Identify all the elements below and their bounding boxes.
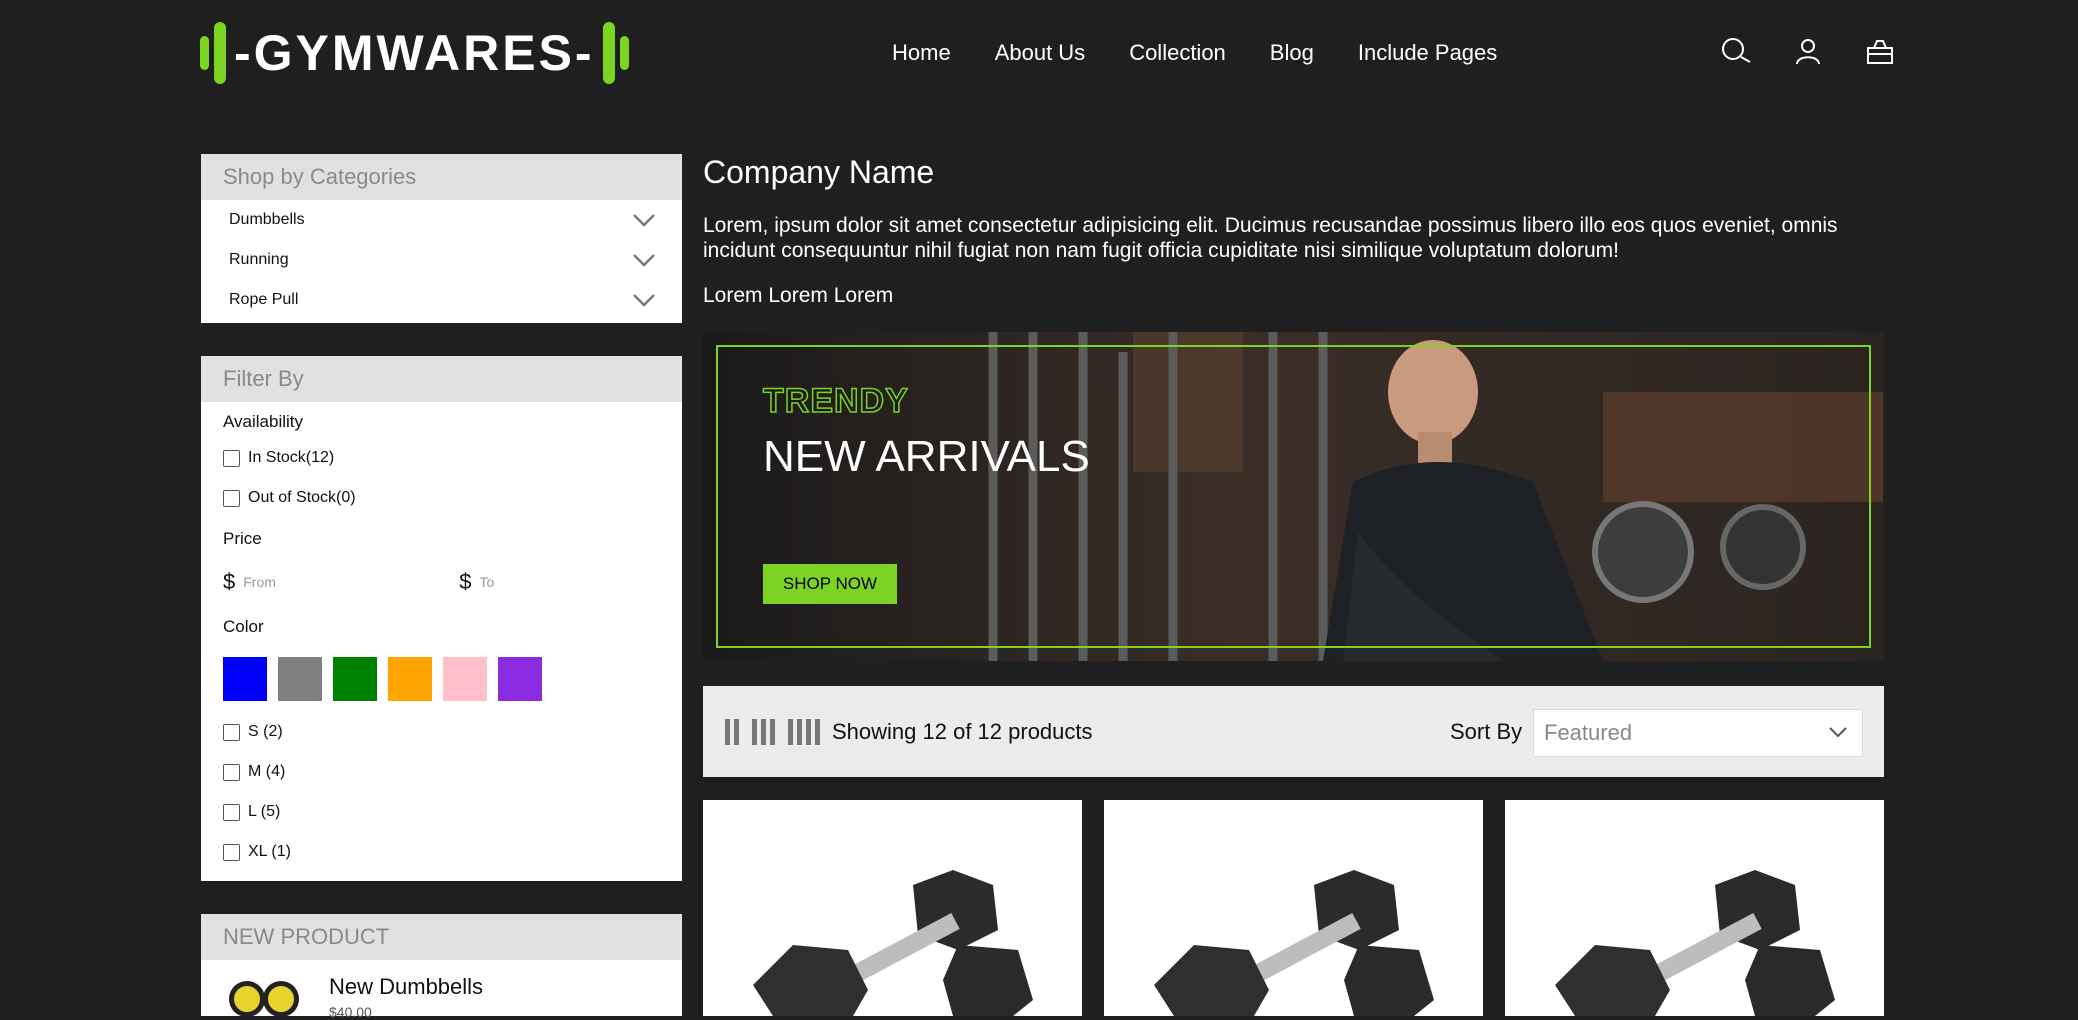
filter-title: Filter By: [201, 356, 682, 402]
checkbox[interactable]: [223, 843, 240, 861]
shop-now-button[interactable]: SHOP NOW: [763, 564, 897, 604]
filter-size-s[interactable]: S (2): [201, 712, 682, 752]
promo-banner: TRENDY NEW ARRIVALS SHOP NOW: [703, 332, 1884, 661]
main-nav: Home About Us Collection Blog Include Pa…: [892, 40, 1497, 66]
filter-out-of-stock[interactable]: Out of Stock(0): [201, 478, 682, 518]
category-item-rope-pull[interactable]: Rope Pull: [201, 280, 682, 320]
chevron-down-icon[interactable]: [632, 253, 656, 267]
grid-view-toggles: [725, 718, 820, 745]
grid-4-icon[interactable]: [788, 718, 820, 745]
filter-panel: Filter By Availability In Stock(12) Out …: [201, 356, 682, 881]
categories-title: Shop by Categories: [201, 154, 682, 200]
color-swatch-pink[interactable]: [443, 657, 487, 701]
grid-2-icon[interactable]: [725, 718, 739, 745]
banner-kicker: TRENDY: [762, 381, 909, 421]
new-product-price: $40.00: [329, 1004, 372, 1020]
nav-include-pages[interactable]: Include Pages: [1358, 40, 1497, 66]
product-card[interactable]: [1104, 800, 1483, 1016]
sort-select[interactable]: Featured: [1533, 709, 1863, 757]
price-to-input[interactable]: To: [480, 574, 600, 590]
main-content: Company Name Lorem, ipsum dolor sit amet…: [703, 150, 1884, 308]
filter-size-m[interactable]: M (4): [201, 752, 682, 792]
nav-collection[interactable]: Collection: [1129, 40, 1226, 66]
grid-3-icon[interactable]: [752, 718, 775, 745]
checkbox-label: L (5): [248, 803, 281, 820]
checkbox[interactable]: [223, 723, 240, 741]
banner-title: NEW ARRIVALS: [763, 432, 1090, 481]
price-from-input[interactable]: From: [243, 574, 443, 590]
sort-label: Sort By: [1450, 718, 1523, 744]
checkbox-label: S (2): [248, 723, 283, 740]
new-product-name[interactable]: New Dumbbells: [329, 974, 483, 1000]
color-swatches: [201, 646, 682, 712]
dumbbell-image[interactable]: [703, 800, 1082, 1016]
checkbox-label: XL (1): [248, 843, 291, 860]
currency-symbol: $: [223, 569, 236, 594]
category-item-running[interactable]: Running: [201, 240, 682, 280]
filter-size-xl[interactable]: XL (1): [201, 832, 682, 872]
filter-in-stock[interactable]: In Stock(12): [201, 438, 682, 478]
dumbbell-image[interactable]: [1104, 800, 1483, 1016]
dumbbell-left-icon: [200, 22, 226, 84]
brand-name: -GYMWARES-: [234, 25, 595, 81]
price-range: $ From $ To: [201, 558, 682, 606]
cart-icon[interactable]: [1864, 36, 1896, 68]
new-product-item[interactable]: New Dumbbells $40.00: [201, 960, 682, 1020]
color-swatch-purple[interactable]: [498, 657, 542, 701]
color-swatch-orange[interactable]: [388, 657, 432, 701]
header-icons: [1720, 36, 1896, 68]
availability-label: Availability: [223, 412, 304, 431]
category-label: Running: [229, 251, 289, 268]
dumbbell-image[interactable]: [1505, 800, 1884, 1016]
chevron-down-icon[interactable]: [632, 213, 656, 227]
company-tagline: Lorem Lorem Lorem: [703, 284, 894, 307]
currency-symbol: $: [459, 569, 472, 594]
company-description: Lorem, ipsum dolor sit amet consectetur …: [703, 214, 1838, 262]
color-swatch-gray[interactable]: [278, 657, 322, 701]
price-label: Price: [223, 529, 262, 548]
filter-size-l[interactable]: L (5): [201, 792, 682, 832]
checkbox[interactable]: [223, 489, 240, 507]
nav-blog[interactable]: Blog: [1270, 40, 1314, 66]
product-thumbnail[interactable]: [229, 977, 309, 1017]
color-label: Color: [223, 617, 264, 636]
category-item-dumbbells[interactable]: Dumbbells: [201, 200, 682, 240]
checkbox[interactable]: [223, 449, 240, 467]
category-label: Rope Pull: [229, 291, 299, 308]
chevron-down-icon[interactable]: [632, 293, 656, 307]
sort-value: Featured: [1544, 720, 1633, 745]
nav-about-us[interactable]: About Us: [995, 40, 1086, 66]
user-icon[interactable]: [1792, 36, 1824, 68]
search-icon[interactable]: [1720, 36, 1752, 68]
checkbox-label: In Stock(12): [248, 449, 335, 466]
product-card[interactable]: [703, 800, 1082, 1016]
nav-home[interactable]: Home: [892, 40, 951, 66]
categories-panel: Shop by Categories Dumbbells Running Rop…: [201, 154, 682, 323]
product-toolbar: Showing 12 of 12 products Sort By Featur…: [703, 686, 1884, 777]
brand-logo[interactable]: -GYMWARES-: [200, 18, 629, 88]
checkbox-label: Out of Stock(0): [248, 489, 356, 506]
chevron-down-icon: [1829, 727, 1847, 738]
site-header: -GYMWARES- Home About Us Collection Blog…: [0, 0, 2078, 106]
new-product-title: NEW PRODUCT: [201, 914, 682, 960]
color-swatch-blue[interactable]: [223, 657, 267, 701]
product-count: Showing 12 of 12 products: [832, 718, 1093, 744]
checkbox[interactable]: [223, 763, 240, 781]
dumbbell-right-icon: [602, 22, 629, 84]
company-name: Company Name: [703, 154, 935, 190]
product-card[interactable]: [1505, 800, 1884, 1016]
checkbox-label: M (4): [248, 763, 286, 780]
color-swatch-green[interactable]: [333, 657, 377, 701]
category-label: Dumbbells: [229, 211, 305, 228]
checkbox[interactable]: [223, 803, 240, 821]
new-product-panel: NEW PRODUCT New Dumbbells $40.00: [201, 914, 682, 1020]
